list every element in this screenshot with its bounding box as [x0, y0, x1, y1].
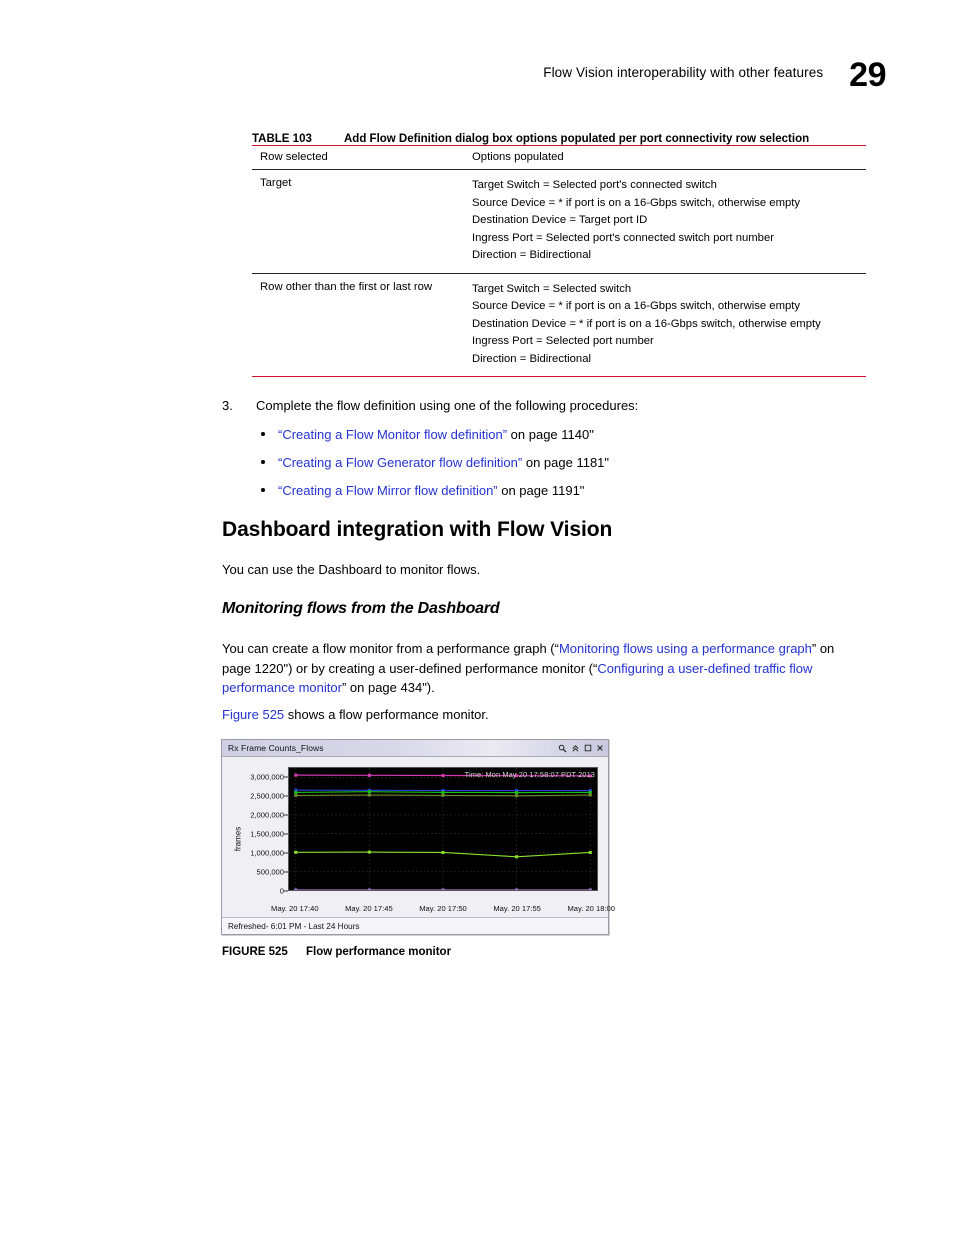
- option-line: Ingress Port = Selected port number: [472, 335, 654, 347]
- link-figure-525[interactable]: Figure 525: [222, 707, 284, 722]
- table-row: Row other than the first or last row Tar…: [252, 273, 866, 377]
- close-icon[interactable]: [596, 744, 604, 752]
- link-creating-flow-mirror[interactable]: “Creating a Flow Mirror flow definition”: [278, 483, 498, 498]
- table-header-row: Row selected Options populated: [252, 145, 866, 170]
- x-axis-tick-label: May. 20 17:50: [419, 904, 467, 913]
- y-axis-tick-label: 1,500,000: [250, 829, 284, 839]
- procedure-step: 3. Complete the flow definition using on…: [222, 398, 882, 511]
- y-axis-tick-label: 2,000,000: [250, 810, 284, 820]
- body-part-3: ” on page 434").: [341, 680, 435, 695]
- widget-body: frames 0 500,000 1,000,000 1,500,000 2,000,0…: [222, 757, 615, 917]
- option-line: Source Device = * if port is on a 16-Gbp…: [472, 300, 801, 312]
- cell-row-selected: Row other than the first or last row: [260, 280, 433, 293]
- option-line: Source Device = * if port is on a 16-Gbp…: [472, 196, 801, 209]
- figure-caption: FIGURE 525 Flow performance monitor: [222, 946, 451, 958]
- step-number: 3.: [222, 398, 233, 413]
- list-item-text: “Creating a Flow Generator flow definiti…: [278, 455, 882, 470]
- bullet-icon: [222, 483, 278, 498]
- bullet-icon: [222, 455, 278, 470]
- y-axis-tick-label: 1,000,000: [250, 848, 284, 858]
- x-axis-tick-label: May. 20 18:00: [567, 904, 615, 913]
- table-caption: TABLE 103 Add Flow Definition dialog box …: [252, 133, 866, 145]
- option-line: Destination Device = Target port ID: [472, 214, 648, 226]
- chart-annotation: Time: Mon May 20 17:58:07 PDT 2013: [464, 770, 595, 779]
- list-item-text: “Creating a Flow Monitor flow definition…: [278, 427, 882, 442]
- section-heading: Dashboard integration with Flow Vision: [222, 518, 613, 541]
- cell-options: Target Switch = Selected switch Source D…: [464, 273, 866, 377]
- option-line: Ingress Port = Selected port's connected…: [472, 231, 774, 244]
- x-axis-tick-label: May. 20 17:40: [271, 904, 319, 913]
- running-header-title: Flow Vision interoperability with other …: [543, 65, 824, 80]
- table-103: TABLE 103 Add Flow Definition dialog box …: [252, 133, 866, 377]
- table-row: Target Target Switch = Selected port's c…: [252, 170, 866, 274]
- option-line: Direction = Bidirectional: [472, 352, 591, 365]
- bullet-icon: [222, 427, 278, 442]
- cell-row-selected: Target: [260, 177, 292, 189]
- cell-options: Target Switch = Selected port's connecte…: [464, 170, 866, 274]
- list-item: “Creating a Flow Monitor flow definition…: [222, 427, 882, 442]
- page-number: 29: [849, 56, 886, 94]
- widget-footer: Refreshed- 6:01 PM - Last 24 Hours: [222, 917, 608, 934]
- collapse-icon[interactable]: [571, 744, 580, 753]
- running-header: Flow Vision interoperability with other …: [0, 56, 886, 95]
- plot-area: Time: Mon May 20 17:58:07 PDT 2013: [288, 767, 598, 892]
- table: Row selected Options populated Target Ta…: [252, 145, 866, 377]
- option-line: Target Switch = Selected switch: [472, 282, 632, 295]
- x-axis-tick-label: May. 20 17:55: [493, 904, 541, 913]
- body-part-1: You can create a flow monitor from a per…: [222, 641, 559, 656]
- y-axis-tick-label: 500,000: [256, 867, 284, 877]
- zoom-icon[interactable]: [558, 744, 567, 753]
- table-label: TABLE 103: [252, 133, 312, 145]
- body-paragraph: You can create a flow monitor from a per…: [222, 639, 862, 698]
- option-line: Direction = Bidirectional: [472, 249, 591, 261]
- table-caption-text: Add Flow Definition dialog box options p…: [344, 133, 810, 145]
- list-item-suffix: on page 1140": [507, 427, 594, 442]
- link-creating-flow-generator[interactable]: “Creating a Flow Generator flow definiti…: [278, 455, 522, 470]
- document-page: Flow Vision interoperability with other …: [0, 0, 954, 1235]
- y-axis-label: frames: [233, 826, 243, 852]
- link-monitoring-flows-performance-graph[interactable]: Monitoring flows using a performance gra…: [559, 641, 812, 656]
- list-item-suffix: on page 1181": [522, 455, 610, 470]
- y-axis-tick-label: 2,500,000: [250, 791, 284, 801]
- maximize-icon[interactable]: [584, 744, 592, 752]
- list-item: “Creating a Flow Generator flow definiti…: [222, 455, 882, 470]
- y-axis-tick-label: 3,000,000: [250, 772, 284, 782]
- figure-label: FIGURE 525: [222, 946, 288, 958]
- performance-monitor-widget: Rx Frame Counts_Flows frames 0 500,000 1,0…: [221, 739, 615, 935]
- subsection-heading: Monitoring flows from the Dashboard: [222, 600, 500, 617]
- chart-series-svg: [289, 768, 597, 892]
- column-header-options: Options populated: [472, 151, 564, 163]
- step-text: Complete the flow definition using one o…: [256, 398, 639, 413]
- widget-title: Rx Frame Counts_Flows: [228, 743, 324, 753]
- list-item-suffix: on page 1191": [497, 483, 585, 498]
- option-line: Target Switch = Selected port's connecte…: [472, 179, 717, 191]
- list-item: “Creating a Flow Mirror flow definition”…: [222, 483, 882, 498]
- link-creating-flow-monitor[interactable]: “Creating a Flow Monitor flow definition…: [278, 427, 507, 442]
- figure-reference-suffix: shows a flow performance monitor.: [284, 707, 489, 722]
- x-axis-tick-label: May. 20 17:45: [345, 904, 393, 913]
- figure-reference-paragraph: Figure 525 shows a flow performance moni…: [222, 705, 862, 725]
- section-intro-paragraph: You can use the Dashboard to monitor flo…: [222, 562, 481, 577]
- widget-title-bar-icons: [558, 744, 604, 753]
- cross-reference-list: “Creating a Flow Monitor flow definition…: [222, 427, 882, 498]
- option-line: Destination Device = * if port is on a 1…: [472, 317, 821, 330]
- figure-caption-text: Flow performance monitor: [306, 946, 452, 958]
- column-header-row-selected: Row selected: [260, 151, 328, 163]
- chart: frames 0 500,000 1,000,000 1,500,000 2,000,0…: [228, 761, 615, 917]
- list-item-text: “Creating a Flow Mirror flow definition”…: [278, 483, 882, 498]
- widget-title-bar: Rx Frame Counts_Flows: [222, 740, 608, 757]
